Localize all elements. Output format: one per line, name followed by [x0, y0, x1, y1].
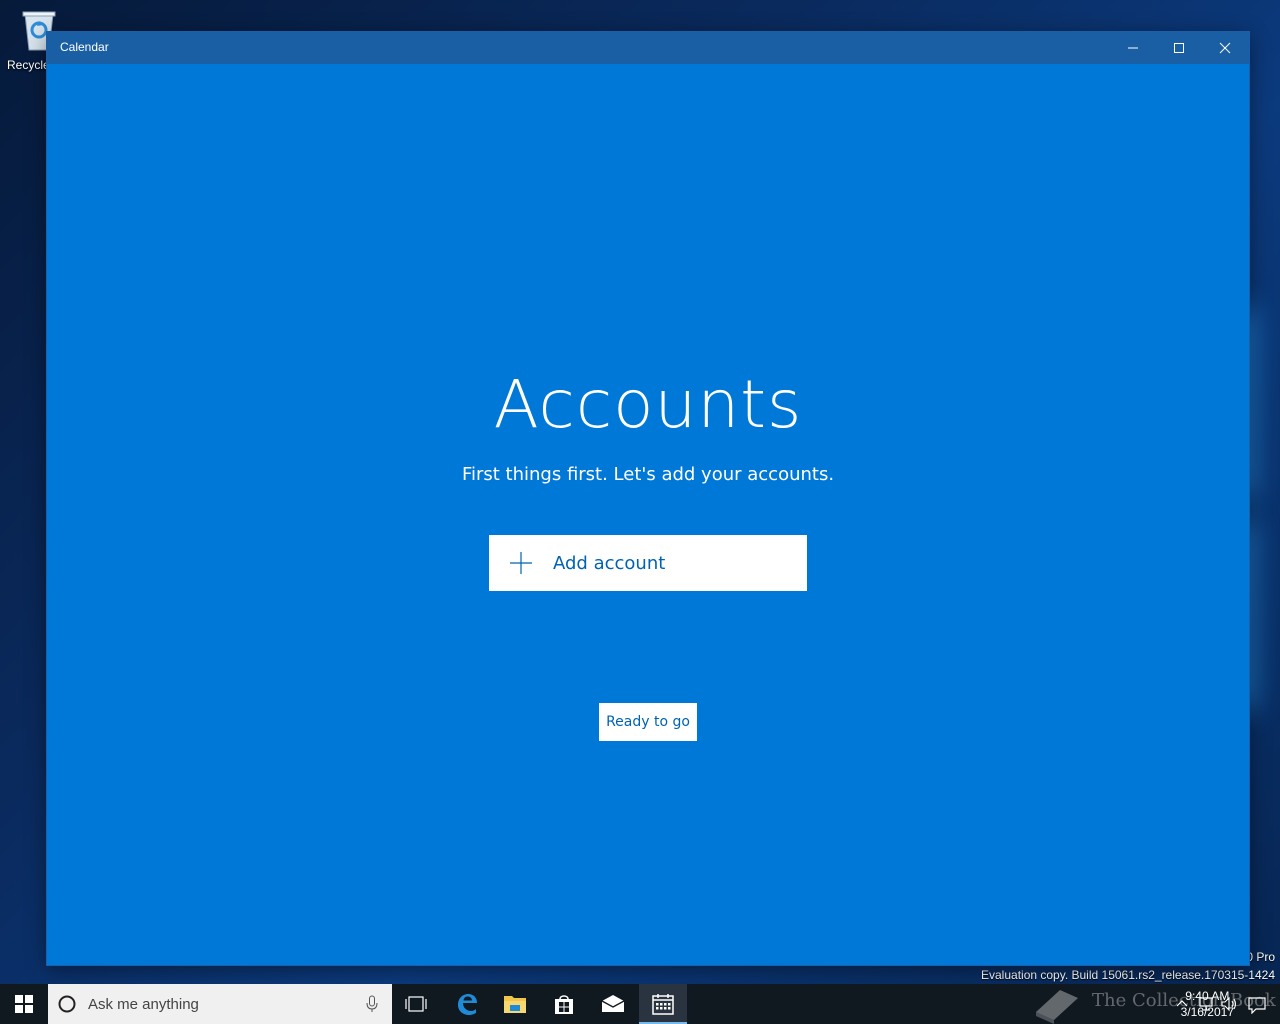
edge-icon: [458, 994, 477, 1015]
windows-start-icon: [15, 995, 33, 1013]
recycle-bin-label: Recycle: [7, 58, 50, 72]
add-account-button[interactable]: Add account: [489, 535, 807, 591]
microphone-icon[interactable]: [366, 995, 378, 1013]
page-title: Accounts: [493, 366, 803, 443]
collection-book-watermark: The Collection Book: [1030, 984, 1280, 1024]
add-account-label: Add account: [553, 553, 666, 574]
cortana-search-box[interactable]: Ask me anything: [48, 984, 392, 1024]
watermark-build: Evaluation copy. Build 15061.rs2_release…: [981, 968, 1275, 982]
accounts-page: Accounts First things first. Let's add y…: [47, 64, 1249, 965]
maximize-icon: [1174, 43, 1184, 53]
task-view-icon: [405, 996, 427, 1012]
calendar-taskbar-button[interactable]: [639, 984, 687, 1024]
minimize-icon: [1128, 47, 1138, 49]
calendar-icon: [652, 994, 674, 1015]
file-explorer-button[interactable]: [491, 984, 539, 1024]
page-subtitle: First things first. Let's add your accou…: [461, 464, 835, 485]
ready-to-go-button[interactable]: Ready to go: [599, 703, 697, 741]
calendar-window: Calendar Accounts First things first. Le…: [47, 32, 1249, 965]
edge-taskbar-button[interactable]: [443, 984, 491, 1024]
mail-icon: [601, 995, 625, 1012]
window-title: Calendar: [60, 40, 109, 54]
search-placeholder: Ask me anything: [88, 996, 199, 1013]
watermark-brand: The Collection Book: [1092, 990, 1276, 1011]
watermark-edition: 0 Pro: [1246, 950, 1275, 964]
mail-button[interactable]: [589, 984, 637, 1024]
close-icon: [1219, 42, 1231, 54]
close-button[interactable]: [1202, 32, 1248, 64]
store-icon: [555, 995, 573, 1014]
start-button[interactable]: [0, 984, 48, 1024]
maximize-button[interactable]: [1156, 32, 1202, 64]
desktop: Recycle 0 Pro Evaluation copy. Build 150…: [0, 0, 1280, 1024]
store-button[interactable]: [540, 984, 588, 1024]
cortana-icon: [58, 995, 76, 1013]
book-logo-icon: [1036, 990, 1078, 1024]
task-view-button[interactable]: [392, 984, 440, 1024]
title-bar[interactable]: Calendar: [47, 32, 1249, 64]
minimize-button[interactable]: [1110, 32, 1156, 64]
plus-icon: [510, 552, 532, 574]
file-explorer-icon: [504, 996, 526, 1013]
